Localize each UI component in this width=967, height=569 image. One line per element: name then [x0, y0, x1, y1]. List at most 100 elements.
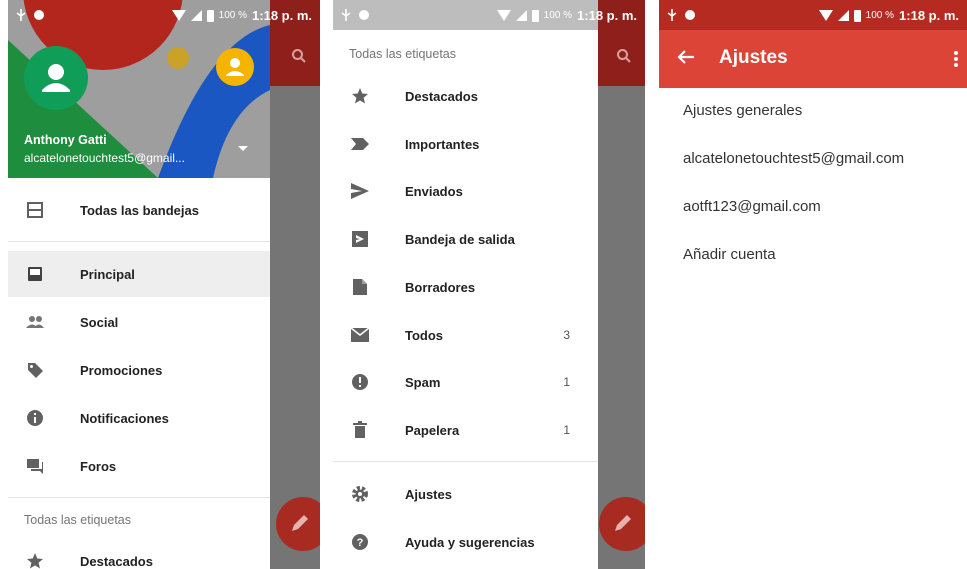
drawer-item-bandeja-salida[interactable]: Bandeja de salida	[333, 216, 598, 262]
usb-icon	[667, 9, 677, 21]
pencil-icon	[615, 515, 631, 531]
drawer-item-label: Foros	[80, 458, 117, 474]
signal-icon	[515, 10, 527, 21]
drawer-item-ajustes[interactable]: Ajustes	[333, 471, 598, 517]
drawer-item-label: Social	[80, 314, 119, 330]
drawer-item-destacados[interactable]: Destacados	[333, 73, 598, 119]
usb-icon	[16, 9, 26, 21]
item-count: 3	[563, 328, 570, 342]
important-icon	[350, 134, 370, 154]
wifi-icon	[496, 10, 511, 21]
drawer-item-promociones[interactable]: Promociones	[8, 347, 270, 393]
android-icon	[359, 10, 369, 20]
divider	[333, 461, 598, 462]
drawer-item-importantes[interactable]: Importantes	[333, 121, 598, 167]
drawer-item-label: Principal	[80, 266, 135, 282]
drawer-item-label: Notificaciones	[80, 410, 169, 426]
drawer-item-all-inboxes[interactable]: Todas las bandejas	[8, 187, 270, 233]
clock: 1:18 p. m.	[899, 8, 959, 23]
settings-add-account[interactable]: Añadir cuenta	[683, 246, 776, 263]
forum-icon	[25, 456, 45, 476]
status-bar: 100 % 1:18 p. m.	[659, 0, 967, 30]
account-avatar[interactable]	[24, 46, 88, 110]
person-icon	[226, 58, 244, 76]
clock: 1:18 p. m.	[252, 8, 312, 23]
drawer-item-borradores[interactable]: Borradores	[333, 264, 598, 310]
gear-icon	[350, 484, 370, 504]
status-bar: 100 % 1:18 p. m.	[333, 0, 645, 30]
all-mail-icon	[350, 325, 370, 345]
drawer-item-label: Spam	[405, 374, 441, 390]
wifi-icon	[818, 10, 833, 21]
drawer-item-label: Importantes	[405, 136, 480, 152]
battery-icon	[206, 9, 214, 22]
battery-percent: 100 %	[218, 10, 248, 21]
send-icon	[350, 181, 370, 201]
drawer-item-notificaciones[interactable]: Notificaciones	[8, 395, 270, 441]
drawer-item-label: Todas las bandejas	[80, 202, 199, 218]
drawer-item-social[interactable]: Social	[8, 299, 270, 345]
compose-button[interactable]	[599, 497, 645, 551]
drawer-item-papelera[interactable]: Papelera 1	[333, 407, 598, 453]
screen-drawer-inboxes: Anthony Gatti alcatelonetouchtest5@gmail…	[8, 0, 320, 569]
settings-account-2[interactable]: aotft123@gmail.com	[683, 198, 821, 215]
signal-icon	[190, 10, 202, 21]
settings-general[interactable]: Ajustes generales	[683, 102, 802, 119]
item-count: 1	[563, 375, 570, 389]
android-icon	[685, 10, 695, 20]
page-title: Ajustes	[719, 47, 788, 68]
background-app	[598, 0, 645, 569]
drawer-item-enviados[interactable]: Enviados	[333, 168, 598, 214]
drawer-item-todos[interactable]: Todos 3	[333, 312, 598, 358]
star-icon	[350, 86, 370, 106]
drawer-item-label: Bandeja de salida	[405, 231, 515, 247]
signal-icon	[837, 10, 849, 21]
android-icon	[34, 10, 44, 20]
drawer-item-label: Promociones	[80, 362, 163, 378]
battery-icon	[531, 9, 539, 22]
drawer-item-label: Borradores	[405, 279, 476, 295]
section-header: Todas las etiquetas	[24, 513, 132, 527]
spam-icon	[350, 372, 370, 392]
trash-icon	[350, 420, 370, 440]
navigation-drawer: Todas las etiquetas Destacados Important…	[333, 0, 598, 569]
battery-icon	[853, 9, 861, 22]
svg-text:?: ?	[357, 537, 364, 549]
drawer-item-destacados[interactable]: Destacados	[8, 538, 270, 569]
navigation-drawer: Anthony Gatti alcatelonetouchtest5@gmail…	[8, 0, 270, 569]
section-header: Todas las etiquetas	[349, 47, 457, 61]
pencil-icon	[292, 515, 308, 531]
drawer-item-label: Todos	[405, 327, 444, 343]
clock: 1:18 p. m.	[577, 8, 637, 23]
status-bar: 100 % 1:18 p. m.	[8, 0, 320, 30]
compose-button[interactable]	[276, 497, 320, 551]
account-name: Anthony Gatti	[24, 133, 107, 147]
inbox-icon	[25, 264, 45, 284]
outbox-icon	[350, 229, 370, 249]
divider	[8, 497, 270, 498]
settings-account-1[interactable]: alcatelonetouchtest5@gmail.com	[683, 150, 904, 167]
back-arrow-icon[interactable]	[677, 49, 695, 65]
drawer-item-foros[interactable]: Foros	[8, 443, 270, 489]
people-icon	[25, 312, 45, 332]
drawer-item-label: Enviados	[405, 183, 463, 199]
all-inboxes-icon	[25, 200, 45, 220]
chevron-down-icon[interactable]	[238, 146, 248, 151]
drawer-item-spam[interactable]: Spam 1	[333, 359, 598, 405]
drawer-item-principal[interactable]: Principal	[8, 251, 270, 297]
secondary-account-avatar[interactable]	[216, 48, 254, 86]
help-icon: ?	[350, 532, 370, 552]
star-icon	[25, 551, 45, 569]
search-icon	[292, 49, 306, 63]
drawer-item-ayuda[interactable]: ? Ayuda y sugerencias	[333, 519, 598, 565]
background-app	[270, 0, 320, 569]
drawer-item-label: Ajustes	[405, 486, 452, 502]
draft-icon	[350, 277, 370, 297]
divider	[8, 241, 270, 242]
battery-percent: 100 %	[865, 10, 895, 21]
item-count: 1	[563, 423, 570, 437]
usb-icon	[341, 9, 351, 21]
more-vert-icon[interactable]	[953, 50, 959, 68]
screen-drawer-labels: Todas las etiquetas Destacados Important…	[333, 0, 645, 569]
screen-settings: Ajustes Ajustes generales alcatelonetouc…	[659, 0, 967, 569]
